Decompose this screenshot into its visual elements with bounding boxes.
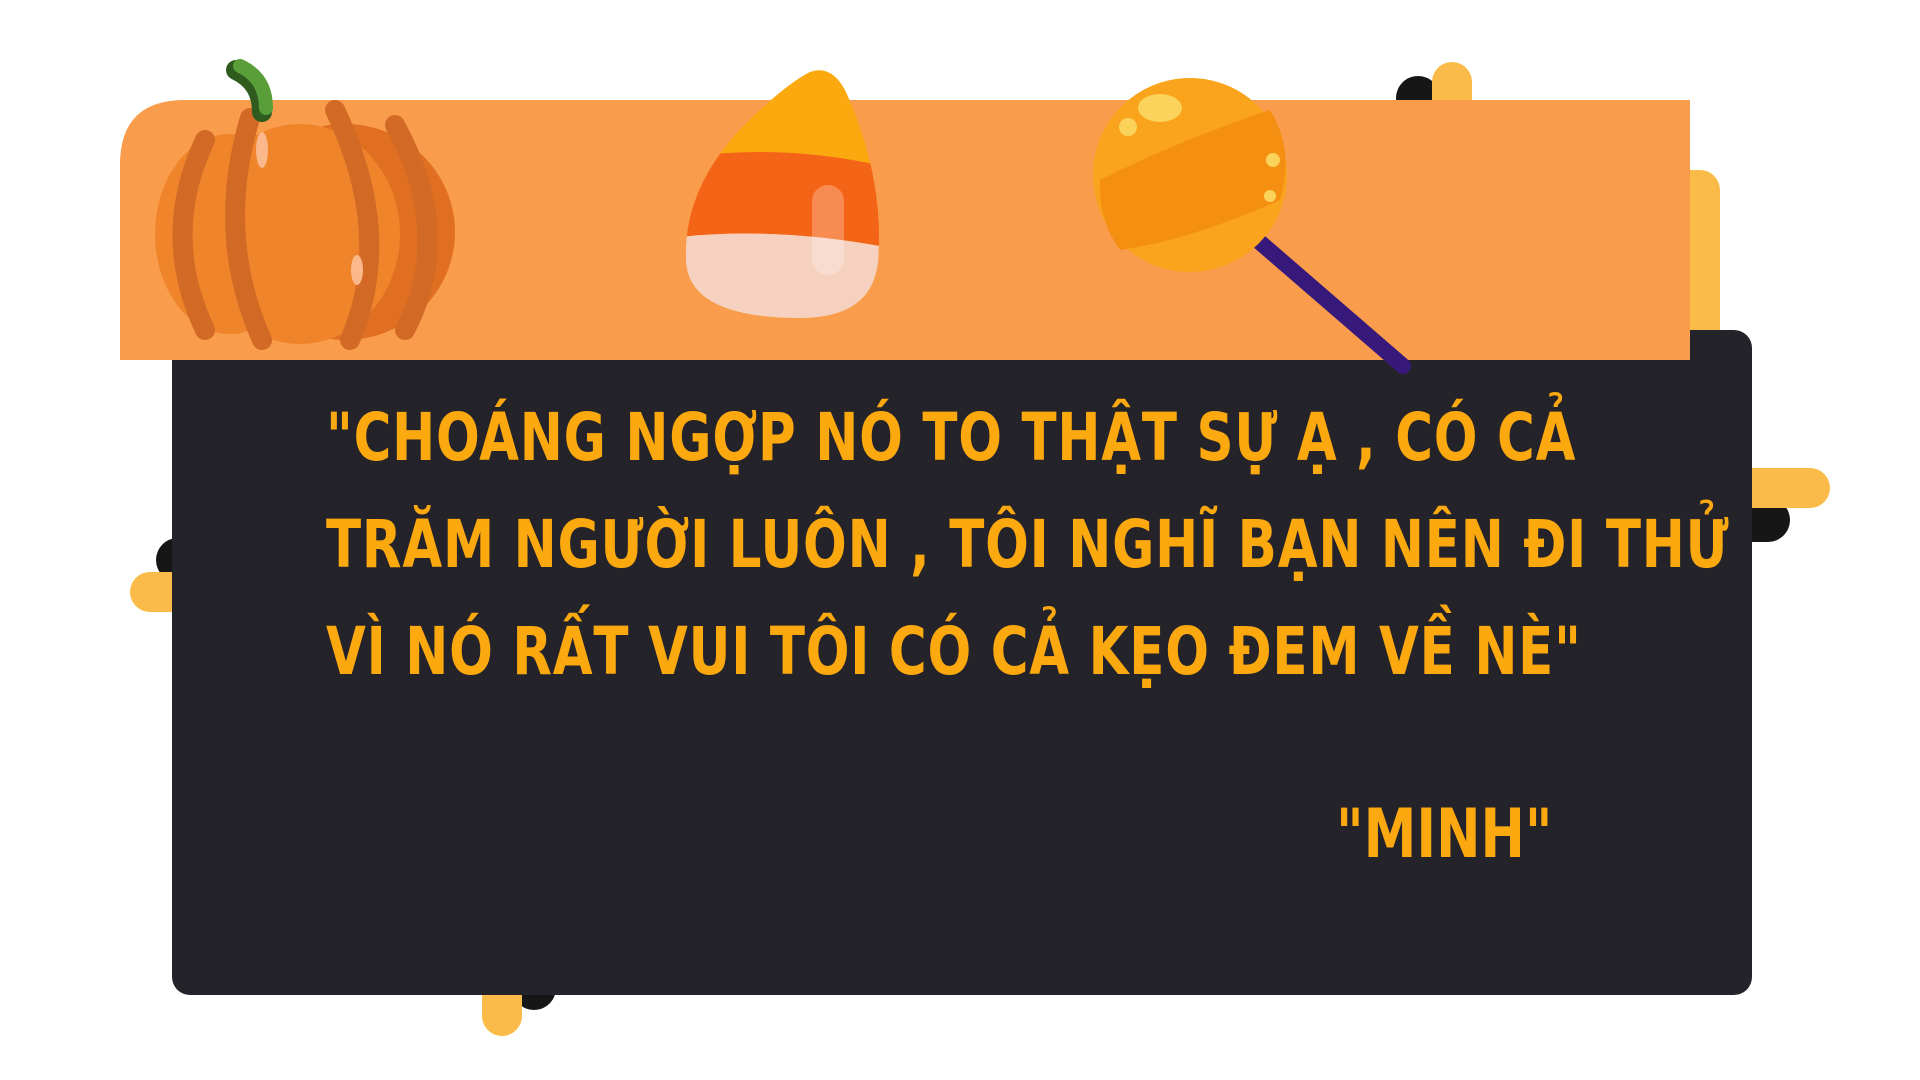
quote-line-1: "CHOÁNG NGỢP NÓ TO THẬT SỰ Ạ , CÓ CẢ <box>326 399 1577 476</box>
quote-line-3: VÌ NÓ RẤT VUI TÔI CÓ CẢ KẸO ĐEM VỀ NÈ" <box>326 613 1582 690</box>
quote-line-2: TRĂM NGƯỜI LUÔN , TÔI NGHĨ BẠN NÊN ĐI TH… <box>326 506 1730 583</box>
quote-author: "MINH" <box>1336 795 1553 874</box>
quote-text: "CHOÁNG NGỢP NÓ TO THẬT SỰ Ạ , CÓ CẢ TRĂ… <box>326 384 1730 705</box>
